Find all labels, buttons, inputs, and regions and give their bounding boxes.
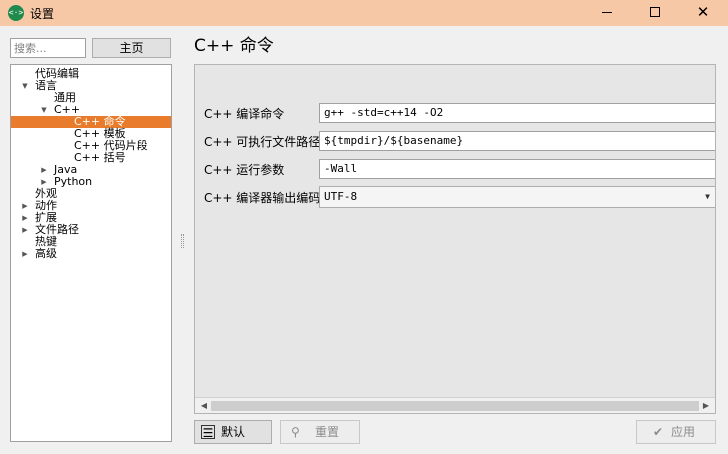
scroll-left-icon[interactable]: ◀ <box>197 398 211 413</box>
page-title: C++ 命令 <box>194 36 274 56</box>
minimize-button[interactable] <box>584 0 630 26</box>
output-encoding-select[interactable]: UTF-8 ▼ <box>319 186 715 208</box>
collapsed-arrow-icon[interactable]: ▶ <box>21 200 29 212</box>
compile-command-label: C++ 编译命令 <box>204 107 285 121</box>
horizontal-scrollbar[interactable]: ◀ ▶ <box>195 397 715 413</box>
home-button[interactable]: 主页 <box>92 38 171 58</box>
collapsed-arrow-icon[interactable]: ▶ <box>21 248 29 260</box>
search-input[interactable] <box>10 38 86 58</box>
settings-panel: C++ 编译命令 g++ -std=c++14 -O2 C++ 可执行文件路径 … <box>194 64 716 414</box>
collapsed-arrow-icon[interactable]: ▶ <box>40 164 48 176</box>
apply-button-label: 应用 <box>671 425 696 439</box>
default-button[interactable]: ☰ 默认 <box>194 420 272 444</box>
broom-icon: ⚲ <box>291 425 300 439</box>
scrollbar-thumb[interactable] <box>211 401 699 411</box>
tree-item-label: Python <box>54 175 93 188</box>
checkmark-icon: ✔ <box>653 425 664 439</box>
chevron-down-icon: ▼ <box>705 192 710 201</box>
reset-button-label: 重置 <box>315 425 340 439</box>
executable-path-label: C++ 可执行文件路径 <box>204 135 321 149</box>
reset-button[interactable]: ⚲ 重置 <box>280 420 360 444</box>
collapsed-arrow-icon[interactable]: ▶ <box>21 212 29 224</box>
default-button-label: 默认 <box>221 425 246 439</box>
collapsed-arrow-icon[interactable]: ▶ <box>21 224 29 236</box>
tree-item-label: 高级 <box>35 247 57 260</box>
executable-path-field[interactable]: ${tmpdir}/${basename} <box>319 131 715 151</box>
tree-item-cpp-brackets[interactable]: C++ 括号 <box>11 152 171 164</box>
expand-arrow-icon[interactable]: ▼ <box>21 80 29 92</box>
expand-arrow-icon[interactable]: ▼ <box>40 104 48 116</box>
close-icon: ✕ <box>696 3 710 21</box>
maximize-button[interactable] <box>632 0 678 26</box>
close-button[interactable]: ✕ <box>680 0 726 26</box>
compile-command-field[interactable]: g++ -std=c++14 -O2 <box>319 103 715 123</box>
run-arguments-label: C++ 运行参数 <box>204 163 285 177</box>
settings-tree[interactable]: 代码编辑 ▼ 语言 通用 ▼ C++ C++ 命令 C++ 模板 C++ 代码片… <box>10 64 172 442</box>
output-encoding-value: UTF-8 <box>324 190 358 203</box>
window-title: 设置 <box>30 7 55 21</box>
splitter-handle[interactable] <box>181 234 184 248</box>
scroll-right-icon[interactable]: ▶ <box>699 398 713 413</box>
tree-item-general[interactable]: 通用 <box>11 92 171 104</box>
tree-item-language[interactable]: ▼ 语言 <box>11 80 171 92</box>
apply-button[interactable]: ✔ 应用 <box>636 420 716 444</box>
maximize-icon <box>650 7 660 17</box>
document-icon: ☰ <box>201 425 215 440</box>
minimize-icon <box>602 12 612 13</box>
run-arguments-field[interactable]: -Wall <box>319 159 715 179</box>
output-encoding-label: C++ 编译器输出编码 <box>204 191 321 205</box>
title-bar: <·> 设置 ✕ <box>0 0 728 26</box>
tree-item-label: C++ 括号 <box>74 151 126 164</box>
app-icon: <·> <box>8 5 24 21</box>
tree-item-advanced[interactable]: ▶ 高级 <box>11 248 171 260</box>
